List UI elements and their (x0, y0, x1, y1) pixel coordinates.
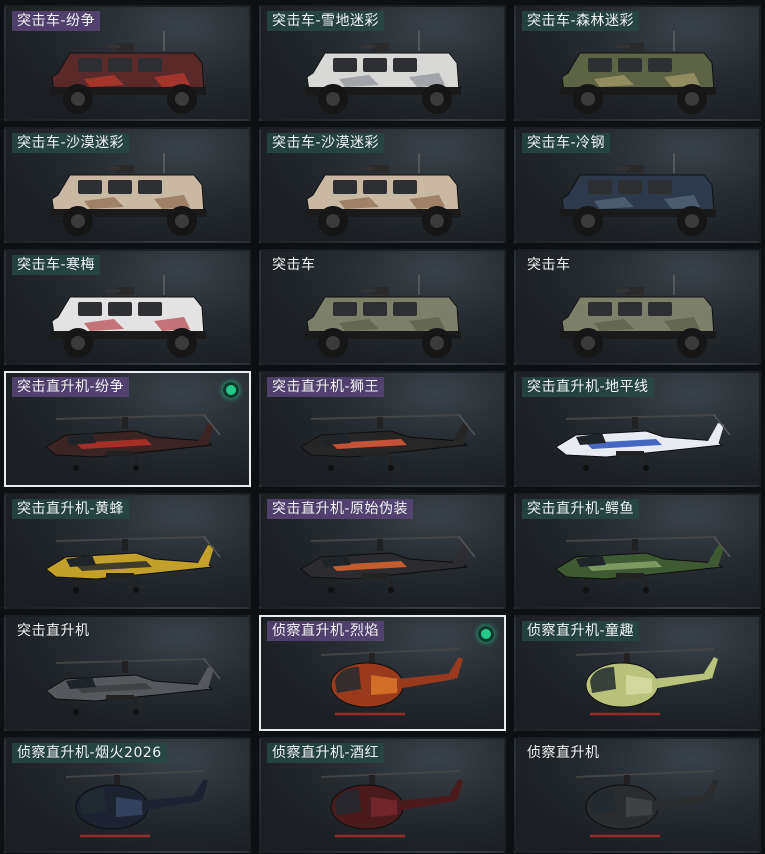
skin-card[interactable]: 侦察直升机-烈焰 (259, 615, 506, 731)
skin-name-label: 突击直升机-狮王 (267, 377, 385, 397)
skin-name-label: 突击直升机-纷争 (12, 377, 130, 397)
skin-name-label: 突击车-纷争 (12, 11, 101, 31)
skin-card[interactable]: 突击车-冷钢 (514, 127, 761, 243)
skin-name-label: 侦察直升机-酒红 (267, 743, 385, 763)
skin-name-label: 侦察直升机-烟火2026 (12, 743, 167, 763)
skin-name-label: 突击直升机-鳄鱼 (522, 499, 640, 519)
assault-vehicle-image (305, 153, 461, 236)
scout-helicopter-image (320, 648, 463, 716)
skin-card[interactable]: 侦察直升机-烟火2026 (4, 737, 251, 853)
skin-name-label: 突击车-冷钢 (522, 133, 611, 153)
attack-helicopter-image (45, 414, 221, 471)
skin-name-label: 突击车-寒梅 (12, 255, 101, 275)
skin-card[interactable]: 突击车-森林迷彩 (514, 5, 761, 121)
attack-helicopter-image (300, 536, 476, 593)
attack-helicopter-image (45, 658, 221, 715)
skin-card[interactable]: 突击直升机 (4, 615, 251, 731)
assault-vehicle-image (560, 275, 716, 358)
skin-name-label: 侦察直升机 (527, 745, 600, 761)
skin-name-label: 突击车 (272, 257, 316, 273)
assault-vehicle-image (560, 31, 716, 114)
skin-card[interactable]: 侦察直升机-童趣 (514, 615, 761, 731)
skin-card[interactable]: 突击直升机-地平线 (514, 371, 761, 487)
skin-card[interactable]: 突击车 (514, 249, 761, 365)
skin-card[interactable]: 突击直升机-狮王 (259, 371, 506, 487)
skin-name-label: 突击车 (527, 257, 571, 273)
skin-card[interactable]: 突击车-纷争 (4, 5, 251, 121)
skin-card[interactable]: 突击车-寒梅 (4, 249, 251, 365)
scout-helicopter-image (575, 648, 718, 716)
skin-name-label: 突击车-森林迷彩 (522, 11, 640, 31)
skin-name-label: 突击车-雪地迷彩 (267, 11, 385, 31)
attack-helicopter-image (555, 414, 731, 471)
skin-name-label: 突击车-沙漠迷彩 (267, 133, 385, 153)
skin-name-label: 侦察直升机-童趣 (522, 621, 640, 641)
skin-card[interactable]: 突击直升机-黄蜂 (4, 493, 251, 609)
attack-helicopter-image (45, 536, 221, 593)
attack-helicopter-image (300, 414, 476, 471)
scout-helicopter-image (65, 770, 208, 838)
skin-grid: 突击车-纷争 突击车-雪地迷彩 突击车-森林迷彩 突击车-沙漠迷彩 突击车-沙漠迷彩 突击… (4, 5, 761, 853)
assault-vehicle-image (560, 153, 716, 236)
skin-card[interactable]: 侦察直升机-酒红 (259, 737, 506, 853)
assault-vehicle-image (50, 275, 206, 358)
skin-card[interactable]: 突击车 (259, 249, 506, 365)
skin-name-label: 突击直升机 (17, 623, 90, 639)
equipped-indicator-icon (223, 382, 239, 398)
skin-name-label: 突击直升机-黄蜂 (12, 499, 130, 519)
attack-helicopter-image (555, 536, 731, 593)
assault-vehicle-image (305, 31, 461, 114)
scout-helicopter-image (575, 770, 718, 838)
skin-card[interactable]: 侦察直升机 (514, 737, 761, 853)
skin-name-label: 突击车-沙漠迷彩 (12, 133, 130, 153)
skin-name-label: 突击直升机-地平线 (522, 377, 654, 397)
skin-card[interactable]: 突击车-沙漠迷彩 (259, 127, 506, 243)
scout-helicopter-image (320, 770, 463, 838)
skin-name-label: 侦察直升机-烈焰 (267, 621, 385, 641)
skin-card[interactable]: 突击直升机-纷争 (4, 371, 251, 487)
skin-card[interactable]: 突击车-沙漠迷彩 (4, 127, 251, 243)
skin-card[interactable]: 突击直升机-原始伪装 (259, 493, 506, 609)
skin-card[interactable]: 突击直升机-鳄鱼 (514, 493, 761, 609)
skin-card[interactable]: 突击车-雪地迷彩 (259, 5, 506, 121)
assault-vehicle-image (50, 31, 206, 114)
skin-name-label: 突击直升机-原始伪装 (267, 499, 414, 519)
assault-vehicle-image (305, 275, 461, 358)
equipped-indicator-icon (478, 626, 494, 642)
assault-vehicle-image (50, 153, 206, 236)
